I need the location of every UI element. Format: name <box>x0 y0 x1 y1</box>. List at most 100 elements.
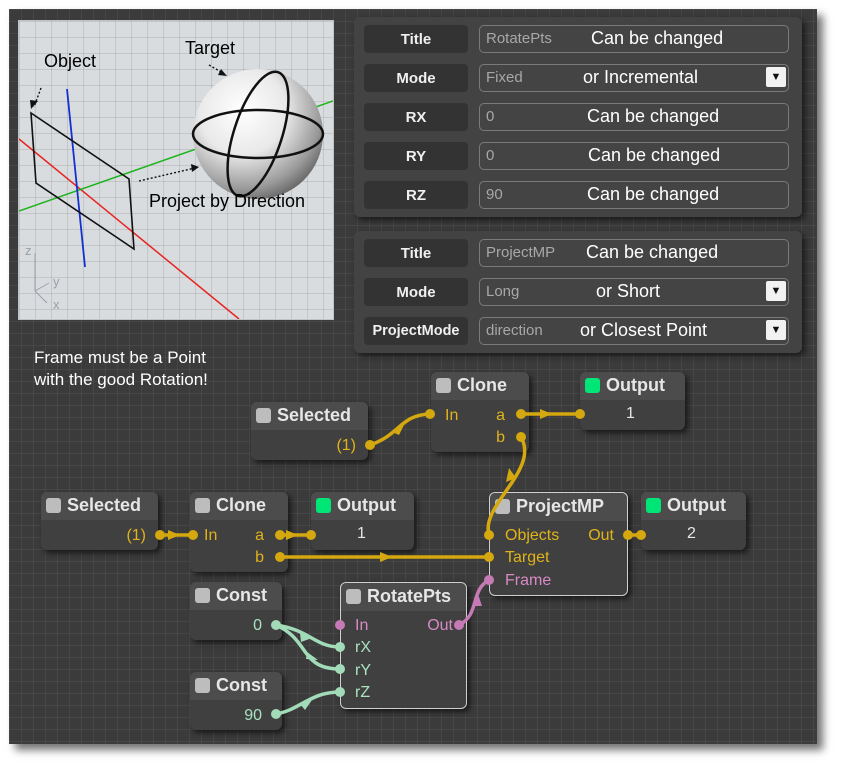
node-title: RotatePts <box>367 586 452 606</box>
port-objects[interactable]: Objects <box>505 527 559 545</box>
port-a[interactable]: a <box>255 527 264 545</box>
z-axis-line <box>66 88 86 268</box>
port-a[interactable]: a <box>496 407 505 425</box>
dropdown-arrow-icon[interactable]: ▼ <box>766 320 786 340</box>
field-note: or Closest Point <box>580 320 708 340</box>
node-output-right[interactable]: Output 2 <box>641 492 746 550</box>
projectmode-select[interactable]: direction or Closest Point ▼ <box>479 317 789 345</box>
enable-checkbox[interactable] <box>346 589 361 604</box>
rx-input[interactable]: 0 Can be changed <box>479 103 789 131</box>
node-title: Selected <box>277 405 352 425</box>
node-header[interactable]: Selected <box>251 402 368 430</box>
node-header[interactable]: Clone <box>431 372 529 400</box>
port-ry[interactable]: rY <box>355 662 371 680</box>
port-in[interactable]: In <box>355 617 368 635</box>
property-label: Mode <box>364 64 468 92</box>
port-b[interactable]: b <box>255 549 264 567</box>
node-title: Clone <box>457 375 508 395</box>
enable-checkbox[interactable] <box>646 498 661 513</box>
node-header[interactable]: ProjectMP <box>490 493 627 521</box>
node-clone-top[interactable]: Clone In a b <box>431 372 529 452</box>
node-title: Output <box>606 375 665 395</box>
node-const-bottom[interactable]: Const 90 <box>190 672 282 730</box>
property-label: RZ <box>364 181 468 209</box>
field-value: 0 <box>486 147 495 164</box>
project-by-direction-label: Project by Direction <box>149 191 306 211</box>
enable-checkbox[interactable] <box>195 678 210 693</box>
port-out[interactable]: Out <box>588 527 614 545</box>
enable-checkbox[interactable] <box>585 378 600 393</box>
frame-note: Frame must be a Point with the good Rota… <box>34 348 208 389</box>
port-in[interactable]: In <box>445 407 458 425</box>
enable-checkbox[interactable] <box>256 408 271 423</box>
field-note: or Incremental <box>583 67 699 87</box>
property-label: ProjectMode <box>364 317 468 345</box>
enable-checkbox[interactable] <box>495 499 510 514</box>
node-title: Output <box>667 495 726 515</box>
node-clone-left[interactable]: Clone In a b <box>190 492 288 572</box>
title-input[interactable]: RotatePts Can be changed <box>479 25 789 53</box>
field-value: 90 <box>486 186 503 203</box>
ry-input[interactable]: 0 Can be changed <box>479 142 789 170</box>
port-in[interactable]: In <box>204 527 217 545</box>
y-axis-label: y <box>53 274 60 289</box>
node-projectmp[interactable]: ProjectMP Objects Target Frame Out <box>489 492 628 596</box>
property-label: RX <box>364 103 468 131</box>
port-rx[interactable]: rX <box>355 639 371 657</box>
node-header[interactable]: Clone <box>190 492 288 520</box>
property-label: RY <box>364 142 468 170</box>
field-note: Can be changed <box>587 106 720 126</box>
z-axis-label: z <box>25 243 32 258</box>
enable-checkbox[interactable] <box>195 498 210 513</box>
field-value: Long <box>486 283 520 300</box>
node-header[interactable]: Output <box>580 372 685 400</box>
node-title: ProjectMP <box>516 496 605 516</box>
property-label: Title <box>364 25 468 53</box>
node-header[interactable]: Const <box>190 582 282 610</box>
port-rz[interactable]: rZ <box>355 684 370 702</box>
node-header[interactable]: Selected <box>41 492 158 520</box>
node-header[interactable]: RotatePts <box>341 583 466 611</box>
rz-input[interactable]: 90 Can be changed <box>479 181 789 209</box>
node-selected-top[interactable]: Selected (1) <box>251 402 368 460</box>
port-target[interactable]: Target <box>505 549 549 567</box>
enable-checkbox[interactable] <box>195 588 210 603</box>
title-input[interactable]: ProjectMP Can be changed <box>479 239 789 267</box>
3d-viewport[interactable]: Object Target Project by Direction z y x <box>18 20 334 320</box>
dropdown-arrow-icon[interactable]: ▼ <box>766 281 786 301</box>
property-label: Mode <box>364 278 468 306</box>
rotatepts-properties-panel: Title RotatePts Can be changed Mode Fixe… <box>354 17 802 217</box>
const-value[interactable]: 0 <box>253 617 262 635</box>
node-output-top[interactable]: Output 1 <box>580 372 685 430</box>
field-value: Fixed <box>486 69 523 86</box>
target-sphere <box>193 69 323 199</box>
mode-select[interactable]: Fixed or Incremental ▼ <box>479 64 789 92</box>
output-value: 2 <box>687 525 696 542</box>
object-label: Object <box>44 51 97 71</box>
node-output-left[interactable]: Output 1 <box>311 492 414 550</box>
node-title: Const <box>216 675 267 695</box>
port-frame[interactable]: Frame <box>505 572 551 590</box>
node-selected-left[interactable]: Selected (1) <box>41 492 158 550</box>
node-header[interactable]: Const <box>190 672 282 700</box>
field-note: Can be changed <box>586 242 719 262</box>
node-title: Selected <box>67 495 142 515</box>
enable-checkbox[interactable] <box>436 378 451 393</box>
field-note: Can be changed <box>587 184 720 204</box>
const-value[interactable]: 90 <box>244 707 262 725</box>
node-header[interactable]: Output <box>641 492 746 520</box>
selection-count: (1) <box>336 437 356 454</box>
node-rotatepts[interactable]: RotatePts In rX rY rZ Out <box>340 582 467 709</box>
node-const-top[interactable]: Const 0 <box>190 582 282 640</box>
node-title: Clone <box>216 495 267 515</box>
dropdown-arrow-icon[interactable]: ▼ <box>766 67 786 87</box>
field-note: or Short <box>596 281 661 301</box>
enable-checkbox[interactable] <box>316 498 331 513</box>
mode-select[interactable]: Long or Short ▼ <box>479 278 789 306</box>
port-out[interactable]: Out <box>427 617 453 635</box>
enable-checkbox[interactable] <box>46 498 61 513</box>
port-b[interactable]: b <box>496 429 505 447</box>
property-label: Title <box>364 239 468 267</box>
node-header[interactable]: Output <box>311 492 414 520</box>
object-plane <box>30 111 135 251</box>
